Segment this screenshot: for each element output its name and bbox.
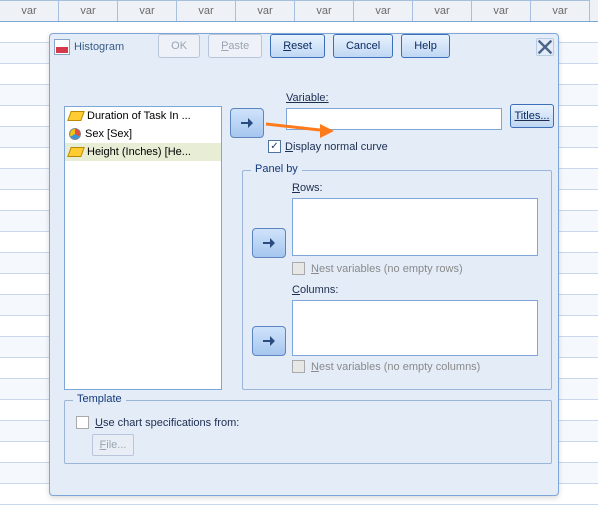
paste-button: Paste (208, 34, 262, 58)
display-normal-curve-checkbox[interactable]: Display normal curve (268, 140, 388, 153)
scale-icon (67, 147, 85, 157)
column-header[interactable]: var (118, 0, 177, 21)
list-item[interactable]: Sex [Sex] (65, 125, 221, 143)
checkbox-icon (292, 360, 305, 373)
checkbox-icon (292, 262, 305, 275)
rows-label: Rows: (292, 182, 323, 194)
template-legend: Template (73, 393, 126, 405)
scale-icon (67, 111, 85, 121)
column-header[interactable]: var (295, 0, 354, 21)
column-header[interactable]: var (59, 0, 118, 21)
checkbox-icon (268, 140, 281, 153)
column-header[interactable]: var (531, 0, 590, 21)
list-item-label: Sex [Sex] (85, 128, 132, 140)
columns-label: Columns: (292, 284, 338, 296)
cancel-button[interactable]: Cancel (333, 34, 393, 58)
titles-button[interactable]: Titles... (510, 104, 554, 128)
help-button[interactable]: Help (401, 34, 450, 58)
column-header[interactable]: var (0, 0, 59, 21)
list-item-label: Duration of Task In ... (87, 110, 191, 122)
ok-button: OK (158, 34, 200, 58)
nominal-icon (69, 128, 81, 140)
list-item[interactable]: Height (Inches) [He... (65, 143, 221, 161)
column-header[interactable]: var (472, 0, 531, 21)
columns-input[interactable] (292, 300, 538, 356)
list-item-label: Height (Inches) [He... (87, 146, 191, 158)
variable-label: Variable: (286, 92, 329, 104)
file-button: File... (92, 434, 134, 456)
move-to-variable-button[interactable] (230, 108, 264, 138)
list-item[interactable]: Duration of Task In ... (65, 107, 221, 125)
column-header[interactable]: var (177, 0, 236, 21)
checkbox-icon (76, 416, 89, 429)
dialog-button-row: OK Paste Reset Cancel Help (50, 34, 558, 58)
panel-by-legend: Panel by (251, 163, 302, 175)
column-header[interactable]: var (354, 0, 413, 21)
nest-columns-checkbox: Nest variables (no empty columns) (292, 360, 480, 373)
column-header[interactable]: var (236, 0, 295, 21)
reset-button[interactable]: Reset (270, 34, 325, 58)
use-chart-spec-checkbox[interactable]: Use chart specifications from: (76, 416, 239, 429)
histogram-dialog: Histogram Duration of Task In ...Sex [Se… (49, 33, 559, 496)
nest-rows-checkbox: Nest variables (no empty rows) (292, 262, 463, 275)
variable-source-list[interactable]: Duration of Task In ... Sex [Sex] Height (… (64, 106, 222, 390)
rows-input[interactable] (292, 198, 538, 256)
move-to-columns-button[interactable] (252, 326, 286, 356)
template-group: Template (64, 400, 552, 464)
variable-input[interactable] (286, 108, 502, 130)
move-to-rows-button[interactable] (252, 228, 286, 258)
column-header[interactable]: var (413, 0, 472, 21)
